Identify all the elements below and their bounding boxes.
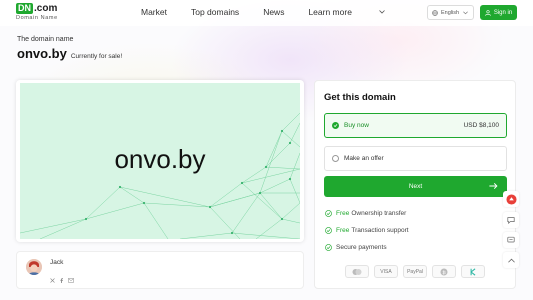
- seller-card: Jack: [16, 251, 304, 289]
- nav-market[interactable]: Market: [141, 7, 167, 17]
- scroll-top-icon[interactable]: [503, 252, 519, 268]
- logo-subtitle: Domain Name: [16, 15, 58, 21]
- x-icon[interactable]: [50, 270, 55, 288]
- nav-learn-more[interactable]: Learn more: [308, 7, 385, 17]
- feature-text: Transaction support: [351, 227, 409, 234]
- domain-preview-image: onvo.by: [20, 83, 300, 239]
- feature-text: Ownership transfer: [351, 210, 407, 217]
- top-header: DN .com Domain Name Market Top domains N…: [0, 0, 533, 26]
- chevron-down-icon: [379, 10, 385, 14]
- feature-highlight: Free: [336, 210, 350, 217]
- option-buy-now-label: Buy now: [344, 122, 369, 129]
- seller-name: Jack: [50, 259, 64, 266]
- purchase-panel: Get this domain Buy now USD $8,100 Make …: [314, 80, 516, 289]
- feature-ownership-transfer: Free Ownership transfer: [325, 210, 406, 217]
- chevron-down-icon: [463, 11, 468, 14]
- feature-text: Secure payments: [336, 244, 387, 251]
- sign-in-label: Sign in: [493, 9, 513, 16]
- preview-domain-text: onvo.by: [114, 144, 206, 174]
- domain-preview-card: onvo.by: [16, 80, 304, 242]
- domain-heading: onvo.by Currently for sale!: [17, 46, 122, 61]
- payment-methods: VISA PayPal ₿: [345, 265, 490, 278]
- seller-socials: [50, 270, 78, 288]
- language-label: English: [441, 9, 460, 16]
- radio-unselected-icon: [332, 155, 339, 162]
- kucoin-icon: [461, 265, 485, 278]
- sign-in-button[interactable]: Sign in: [480, 5, 517, 20]
- facebook-icon[interactable]: [59, 270, 64, 288]
- globe-icon: [432, 9, 438, 16]
- radio-selected-icon: [332, 122, 339, 129]
- check-circle-icon: [325, 227, 332, 234]
- option-make-offer[interactable]: Make an offer: [324, 146, 507, 171]
- next-button-label: Next: [408, 183, 423, 190]
- message-icon[interactable]: [503, 232, 519, 248]
- sale-status: Currently for sale!: [70, 53, 123, 60]
- next-button[interactable]: Next: [324, 176, 507, 197]
- purchase-title: Get this domain: [324, 92, 396, 103]
- site-logo[interactable]: DN .com Domain Name: [16, 3, 58, 21]
- notification-icon[interactable]: [503, 191, 519, 207]
- seller-avatar: [26, 259, 42, 275]
- nav-news[interactable]: News: [263, 7, 284, 17]
- user-icon: [485, 9, 491, 16]
- paypal-icon: PayPal: [403, 265, 427, 278]
- nav-top-domains[interactable]: Top domains: [191, 7, 239, 17]
- option-make-offer-label: Make an offer: [344, 155, 384, 162]
- arrow-right-icon: [489, 183, 498, 189]
- main-nav: Market Top domains News Learn more: [141, 7, 409, 17]
- logo-mark: DN: [16, 3, 33, 14]
- check-circle-icon: [325, 244, 332, 251]
- feature-highlight: Free: [336, 227, 350, 234]
- feature-transaction-support: Free Transaction support: [325, 227, 409, 234]
- mastercard-icon: [345, 265, 369, 278]
- buy-now-price: USD $8,100: [463, 122, 499, 129]
- feature-secure-payments: Secure payments: [325, 244, 387, 251]
- option-buy-now[interactable]: Buy now USD $8,100: [324, 113, 507, 138]
- language-selector[interactable]: English: [427, 5, 474, 20]
- nav-learn-more-label: Learn more: [308, 7, 352, 17]
- domain-name: onvo.by: [17, 46, 67, 61]
- email-icon[interactable]: [68, 270, 74, 288]
- logo-suffix: .com: [34, 3, 58, 14]
- bitcoin-icon: ₿: [432, 265, 456, 278]
- check-circle-icon: [325, 210, 332, 217]
- visa-icon: VISA: [374, 265, 398, 278]
- domain-section-label: The domain name: [17, 36, 74, 43]
- chat-icon[interactable]: [503, 212, 519, 228]
